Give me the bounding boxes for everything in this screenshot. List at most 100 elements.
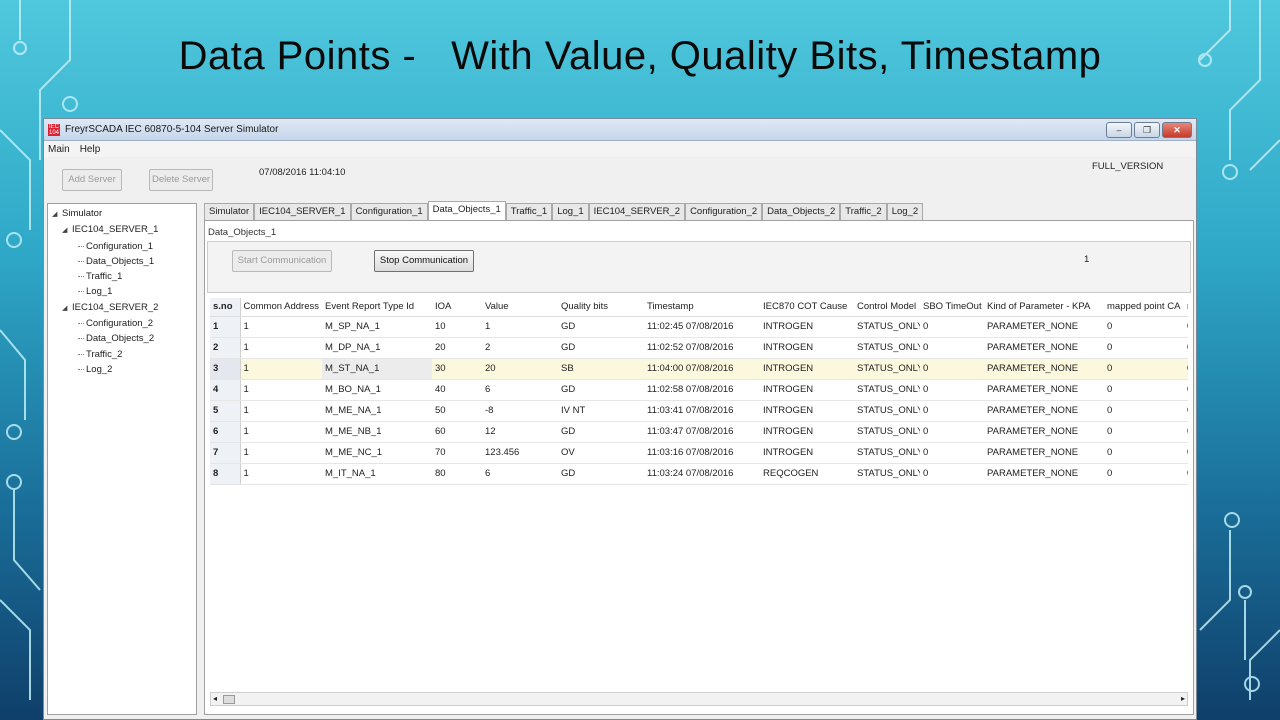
table-cell[interactable]: STATUS_ONLY <box>854 337 920 359</box>
table-cell[interactable]: STATUS_ONLY <box>854 358 920 380</box>
table-row[interactable]: 7 1 M_ME_NC_1 70 123.456 OV 11:03:16 07/08/201… <box>210 442 1188 464</box>
table-cell[interactable]: INTROGEN <box>760 358 854 380</box>
column-header[interactable]: ma <box>1184 298 1188 317</box>
table-cell[interactable]: OV <box>558 442 644 464</box>
column-header[interactable]: Quality bits <box>558 298 644 317</box>
table-cell[interactable]: 0 <box>920 400 984 422</box>
tab-simulator[interactable]: Simulator <box>204 203 255 220</box>
table-cell[interactable]: PARAMETER_NONE <box>984 400 1104 422</box>
table-cell[interactable]: 0 <box>920 379 984 401</box>
table-cell[interactable]: 0 <box>1184 442 1188 464</box>
table-cell[interactable]: PARAMETER_NONE <box>984 337 1104 359</box>
row-number-cell[interactable]: 1 <box>210 316 241 338</box>
table-cell[interactable]: 11:03:24 07/08/2016 <box>644 463 760 485</box>
column-header[interactable]: Control Model <box>854 298 920 317</box>
tree-node-server-1[interactable]: ◢ IEC104_SERVER_1 <box>52 222 192 238</box>
start-communication-button[interactable]: Start Communication <box>232 250 332 272</box>
table-cell[interactable]: 1 <box>240 379 322 401</box>
table-cell[interactable]: 0 <box>920 463 984 485</box>
column-header[interactable]: s.no <box>210 298 241 317</box>
collapse-arrow-icon[interactable]: ◢ <box>52 207 62 222</box>
table-cell[interactable]: GD <box>558 421 644 443</box>
scroll-left-icon[interactable]: ◂ <box>213 694 217 703</box>
table-cell[interactable]: 0 <box>1104 379 1184 401</box>
table-cell[interactable]: 0 <box>1104 337 1184 359</box>
delete-server-button[interactable]: Delete Server <box>149 169 213 191</box>
table-cell[interactable]: INTROGEN <box>760 442 854 464</box>
table-cell[interactable]: M_ME_NB_1 <box>322 421 432 443</box>
table-cell[interactable]: 0 <box>920 316 984 338</box>
table-cell[interactable]: INTROGEN <box>760 379 854 401</box>
table-cell[interactable]: 1 <box>240 421 322 443</box>
table-cell[interactable]: M_DP_NA_1 <box>322 337 432 359</box>
table-row[interactable]: 2 1 M_DP_NA_1 20 2 GD 11:02:52 07/08/2016 INTRO… <box>210 337 1188 359</box>
table-cell[interactable]: 1 <box>240 442 322 464</box>
add-server-button[interactable]: Add Server <box>62 169 122 191</box>
tab-configuration-2[interactable]: Configuration_2 <box>685 203 763 220</box>
table-cell[interactable]: 11:02:52 07/08/2016 <box>644 337 760 359</box>
tab-traffic-2[interactable]: Traffic_2 <box>840 203 887 220</box>
table-cell[interactable]: 0 <box>1104 316 1184 338</box>
table-cell[interactable]: PARAMETER_NONE <box>984 316 1104 338</box>
table-cell[interactable]: 80 <box>432 463 482 485</box>
table-cell[interactable]: PARAMETER_NONE <box>984 463 1104 485</box>
table-cell[interactable]: 11:03:41 07/08/2016 <box>644 400 760 422</box>
close-button[interactable]: ✕ <box>1162 121 1192 138</box>
scroll-right-icon[interactable]: ▸ <box>1181 694 1185 703</box>
table-cell[interactable]: PARAMETER_NONE <box>984 379 1104 401</box>
row-number-cell[interactable]: 4 <box>210 379 241 401</box>
tab-traffic-1[interactable]: Traffic_1 <box>505 203 553 220</box>
table-cell[interactable]: 12 <box>482 421 558 443</box>
tree-node-log-1[interactable]: Log_1 <box>52 284 192 299</box>
table-cell[interactable]: M_SP_NA_1 <box>322 316 432 338</box>
table-cell[interactable]: GD <box>558 379 644 401</box>
minimize-button[interactable]: – <box>1106 121 1132 138</box>
tree-node-simulator[interactable]: ◢ Simulator <box>52 206 192 222</box>
table-cell[interactable]: 10 <box>432 316 482 338</box>
table-cell[interactable]: STATUS_ONLY <box>854 379 920 401</box>
stop-communication-button[interactable]: Stop Communication <box>374 250 474 272</box>
table-cell[interactable]: M_ST_NA_1 <box>322 358 432 380</box>
row-number-cell[interactable]: 2 <box>210 337 241 359</box>
table-cell[interactable]: 11:04:00 07/08/2016 <box>644 358 760 380</box>
restore-button[interactable]: ❐ <box>1134 121 1160 138</box>
table-cell[interactable]: 0 <box>920 442 984 464</box>
table-cell[interactable]: 123.456 <box>482 442 558 464</box>
table-cell[interactable]: 50 <box>432 400 482 422</box>
table-cell[interactable]: 0 <box>1104 358 1184 380</box>
table-cell[interactable]: 11:02:58 07/08/2016 <box>644 379 760 401</box>
table-cell[interactable]: PARAMETER_NONE <box>984 442 1104 464</box>
table-cell[interactable]: 0 <box>1184 421 1188 443</box>
table-cell[interactable]: 0 <box>1184 379 1188 401</box>
row-number-cell[interactable]: 5 <box>210 400 241 422</box>
column-header[interactable]: IEC870 COT Cause <box>760 298 854 317</box>
table-cell[interactable]: 20 <box>432 337 482 359</box>
table-cell[interactable]: 1 <box>240 463 322 485</box>
tab-log-2[interactable]: Log_2 <box>886 203 924 220</box>
table-row[interactable]: 3 1 M_ST_NA_1 30 20 SB 11:04:00 07/08/2016 INTR… <box>210 358 1188 380</box>
table-cell[interactable]: INTROGEN <box>760 421 854 443</box>
table-cell[interactable]: M_BO_NA_1 <box>322 379 432 401</box>
table-cell[interactable]: 11:03:16 07/08/2016 <box>644 442 760 464</box>
table-cell[interactable]: 0 <box>1104 400 1184 422</box>
tab-data-objects-2[interactable]: Data_Objects_2 <box>762 203 841 220</box>
tree-node-server-2[interactable]: ◢ IEC104_SERVER_2 <box>52 300 192 316</box>
table-cell[interactable]: M_IT_NA_1 <box>322 463 432 485</box>
table-cell[interactable]: 1 <box>240 337 322 359</box>
column-header[interactable]: Event Report Type Id <box>322 298 432 317</box>
table-cell[interactable]: STATUS_ONLY <box>854 400 920 422</box>
table-cell[interactable]: 6 <box>482 463 558 485</box>
column-header[interactable]: SBO TimeOut <box>920 298 984 317</box>
table-cell[interactable]: 0 <box>1184 337 1188 359</box>
collapse-arrow-icon[interactable]: ◢ <box>62 223 72 238</box>
table-cell[interactable]: GD <box>558 337 644 359</box>
scroll-thumb[interactable] <box>223 695 235 704</box>
table-cell[interactable]: 1 <box>240 316 322 338</box>
table-cell[interactable]: 0 <box>1184 400 1188 422</box>
tree-node-log-2[interactable]: Log_2 <box>52 362 192 377</box>
table-cell[interactable]: M_ME_NC_1 <box>322 442 432 464</box>
table-cell[interactable]: PARAMETER_NONE <box>984 358 1104 380</box>
tab-iec104-server-2[interactable]: IEC104_SERVER_2 <box>588 203 686 220</box>
table-cell[interactable]: STATUS_ONLY <box>854 316 920 338</box>
row-number-cell[interactable]: 6 <box>210 421 241 443</box>
